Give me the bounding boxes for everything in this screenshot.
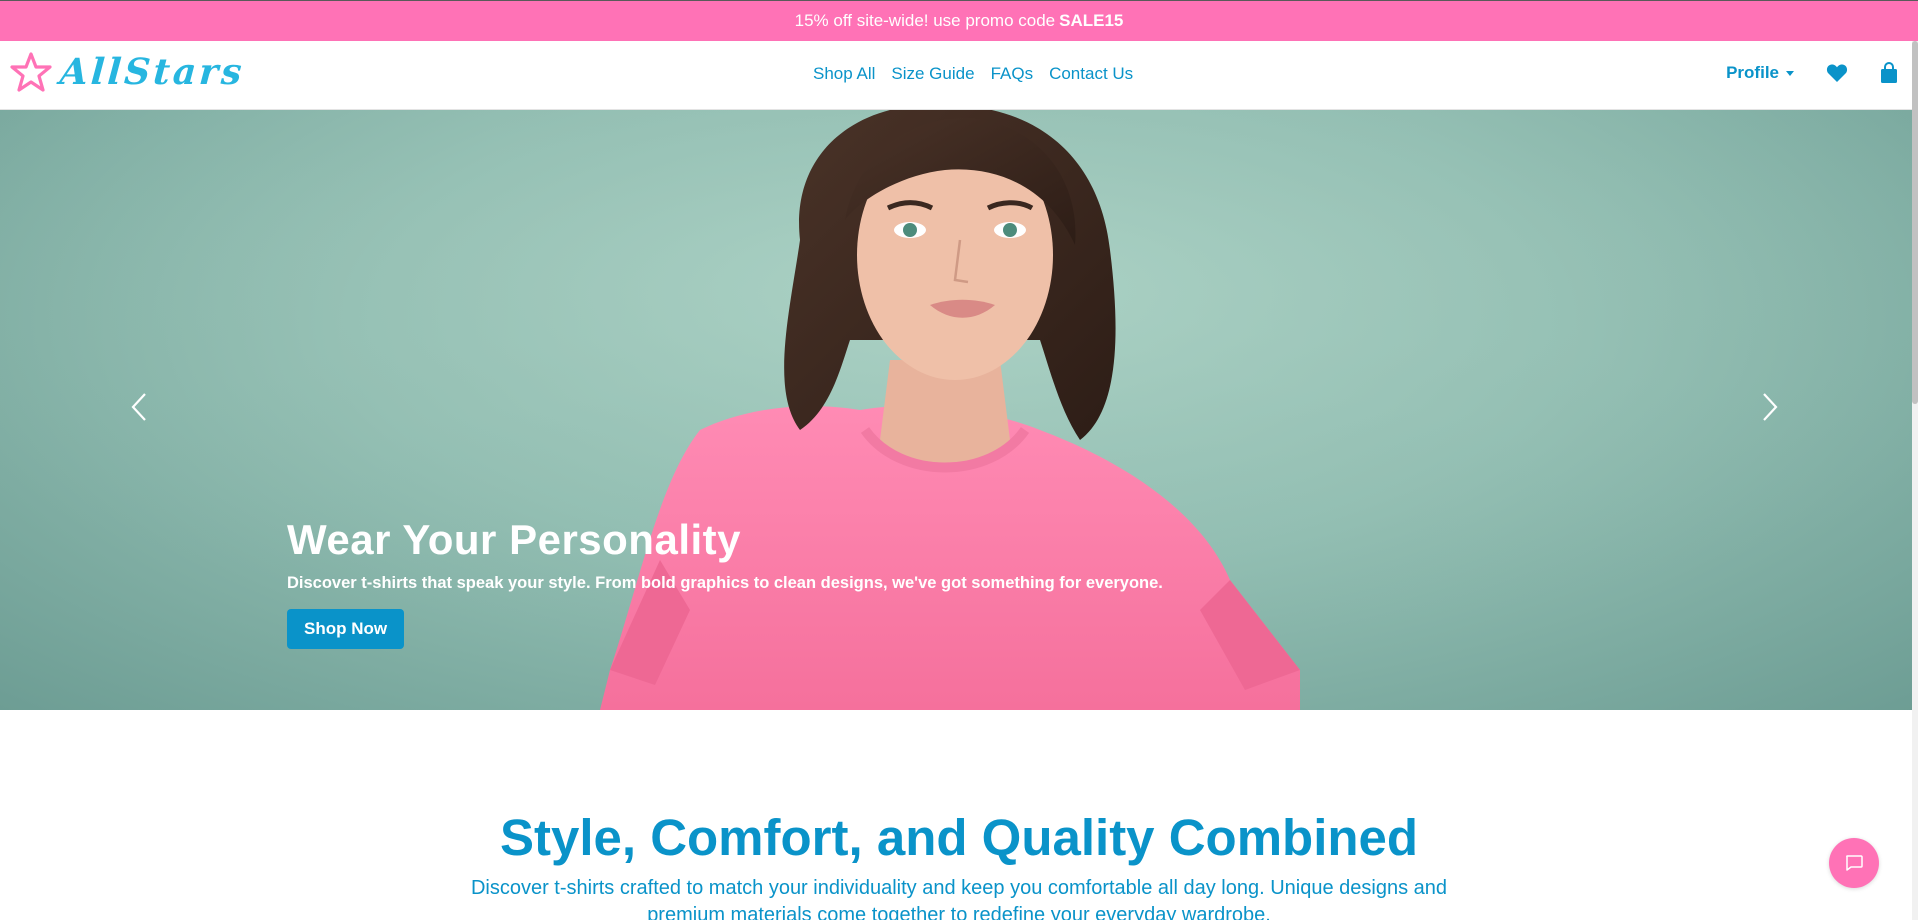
chat-bubble-icon <box>1846 855 1863 871</box>
star-logo-icon <box>10 52 52 92</box>
brand-logo[interactable]: AllStars <box>10 51 246 93</box>
nav-contact-us[interactable]: Contact Us <box>1049 64 1133 84</box>
caret-down-icon <box>1786 70 1794 76</box>
chat-button[interactable] <box>1829 838 1879 888</box>
shop-now-button[interactable]: Shop Now <box>287 609 405 649</box>
nav-faqs[interactable]: FAQs <box>991 64 1034 84</box>
profile-label: Profile <box>1726 63 1779 82</box>
site-header: AllStars Shop All Size Guide FAQs Contac… <box>0 41 1918 110</box>
hero-carousel: Wear Your Personality Discover t-shirts … <box>0 110 1918 710</box>
cart-button[interactable] <box>1880 62 1898 84</box>
header-actions: Profile <box>1726 62 1898 84</box>
nav-shop-all[interactable]: Shop All <box>813 64 875 84</box>
profile-dropdown[interactable]: Profile <box>1726 63 1794 83</box>
main-nav: Shop All Size Guide FAQs Contact Us <box>813 64 1149 84</box>
promo-code: SALE15 <box>1059 11 1124 30</box>
hero-title: Wear Your Personality <box>287 516 742 563</box>
section-subtitle: Discover t-shirts crafted to match your … <box>470 877 1448 920</box>
section-title: Style, Comfort, and Quality Combined <box>499 809 1419 866</box>
heart-icon <box>1826 64 1848 82</box>
nav-size-guide[interactable]: Size Guide <box>891 64 974 84</box>
hero-caption: Wear Your Personality Discover t-shirts … <box>287 516 1163 649</box>
carousel-prev-arrow[interactable] <box>131 392 147 427</box>
page-scrollbar-thumb[interactable] <box>1912 41 1918 404</box>
wishlist-button[interactable] <box>1826 63 1848 83</box>
promo-banner: 15% off site-wide! use promo code SALE15 <box>0 0 1918 41</box>
hero-subtitle: Discover t-shirts that speak your style.… <box>287 574 1163 592</box>
shopping-bag-icon <box>1881 62 1897 83</box>
carousel-next-arrow[interactable] <box>1762 392 1778 427</box>
brand-name: AllStars <box>58 51 246 93</box>
chevron-right-icon <box>1763 393 1778 421</box>
promo-text: 15% off site-wide! use promo code <box>794 11 1056 30</box>
chevron-left-icon <box>131 393 146 421</box>
